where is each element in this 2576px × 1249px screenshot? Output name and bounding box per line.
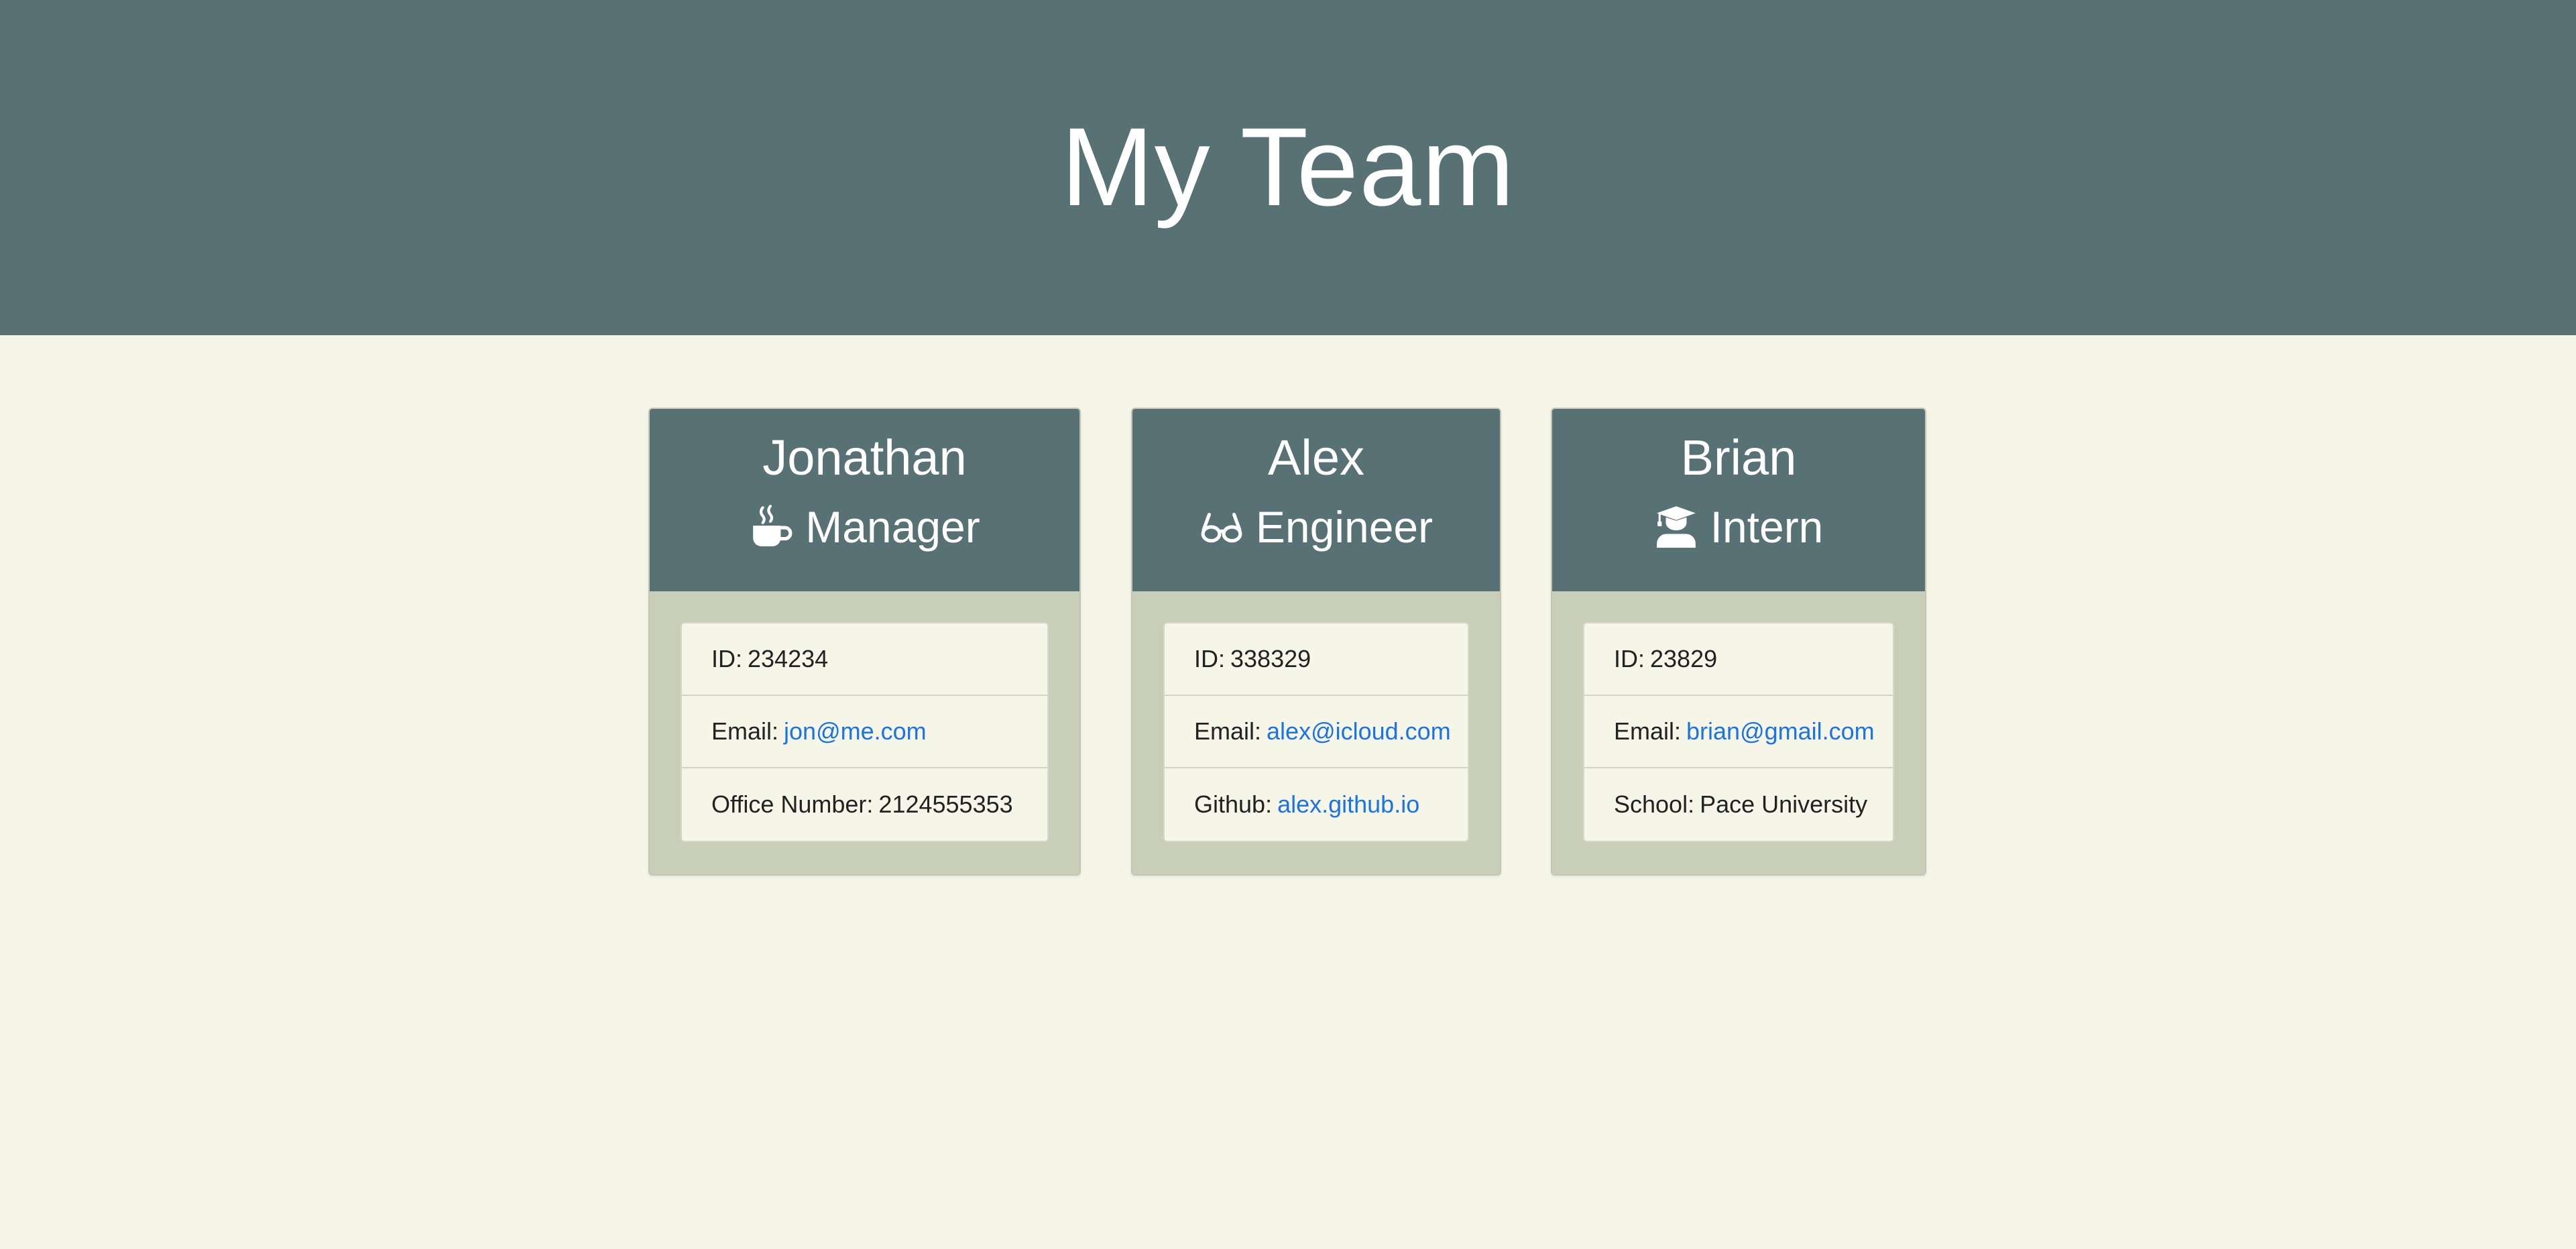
employee-email-row: Email: alex@icloud.com: [1165, 696, 1468, 768]
card-header: Brian Intern: [1552, 409, 1925, 591]
email-label: Email:: [711, 717, 779, 745]
employee-email-row: Email: jon@me.com: [682, 696, 1047, 768]
github-row: Github: alex.github.io: [1165, 768, 1468, 841]
employee-name: Jonathan: [762, 430, 967, 485]
employee-card-intern: Brian Intern ID: 23829 Email: brian@gmai…: [1551, 408, 1926, 876]
office-number-row: Office Number: 2124555353: [682, 768, 1047, 841]
glasses-icon: [1199, 505, 1244, 549]
employee-id-row: ID: 338329: [1165, 623, 1468, 696]
school-label: School:: [1614, 790, 1695, 818]
school-name: Pace University: [1700, 790, 1868, 818]
employee-role-label: Manager: [805, 502, 980, 552]
email-link[interactable]: brian@gmail.com: [1686, 717, 1875, 746]
github-link[interactable]: alex.github.io: [1277, 790, 1419, 819]
employee-details: ID: 338329 Email: alex@icloud.com Github…: [1163, 622, 1469, 842]
github-label: Github:: [1194, 790, 1273, 818]
employee-name: Alex: [1268, 430, 1364, 485]
employee-id: 338329: [1230, 645, 1311, 672]
school-row: School: Pace University: [1584, 768, 1893, 841]
employee-details: ID: 234234 Email: jon@me.com Office Numb…: [681, 622, 1049, 842]
employee-role-label: Engineer: [1255, 502, 1433, 552]
email-link[interactable]: jon@me.com: [784, 717, 927, 746]
email-label: Email:: [1614, 717, 1682, 745]
employee-role: Engineer: [1132, 500, 1500, 554]
email-link[interactable]: alex@icloud.com: [1267, 717, 1451, 746]
employee-details: ID: 23829 Email: brian@gmail.com School:…: [1583, 622, 1894, 842]
card-header: Alex Engineer: [1132, 409, 1500, 591]
employee-id-row: ID: 23829: [1584, 623, 1893, 696]
team-cards: Jonathan Manager ID: 234234 Email: jon@m…: [0, 408, 2576, 877]
employee-email-row: Email: brian@gmail.com: [1584, 696, 1893, 768]
email-label: Email:: [1194, 717, 1262, 745]
employee-id-row: ID: 234234: [682, 623, 1047, 696]
office-number: 2124555353: [878, 790, 1013, 818]
employee-id: 234234: [748, 645, 829, 672]
employee-card-manager: Jonathan Manager ID: 234234 Email: jon@m…: [648, 408, 1081, 876]
graduate-icon: [1654, 505, 1698, 549]
office-number-label: Office Number:: [711, 790, 874, 818]
card-header: Jonathan Manager: [650, 409, 1079, 591]
employee-name: Brian: [1680, 430, 1797, 485]
coffee-mug-icon: [749, 505, 793, 549]
employee-card-engineer: Alex Engineer ID: 338329 Email: alex@icl…: [1131, 408, 1501, 876]
page-header: My Team: [0, 0, 2576, 335]
id-label: ID:: [1194, 645, 1226, 672]
id-label: ID:: [1614, 645, 1645, 672]
employee-role: Intern: [1552, 500, 1925, 554]
page-title: My Team: [1061, 105, 1515, 229]
employee-role-label: Intern: [1710, 502, 1824, 552]
employee-role: Manager: [650, 500, 1079, 554]
id-label: ID:: [711, 645, 743, 672]
employee-id: 23829: [1650, 645, 1718, 672]
